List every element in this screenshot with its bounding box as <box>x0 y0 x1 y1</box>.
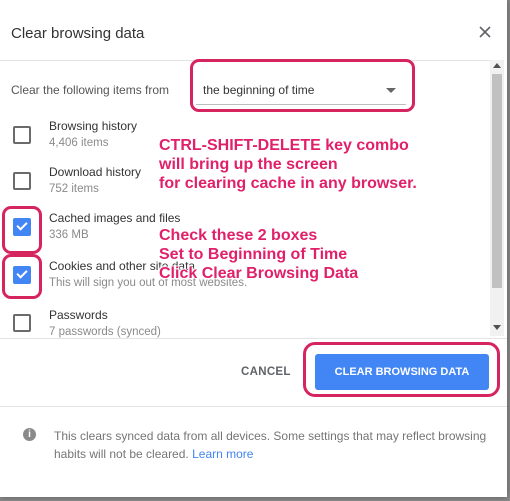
dialog-title: Clear browsing data <box>11 25 145 42</box>
info-icon: i <box>23 428 36 441</box>
item-detail: 336 MB <box>49 229 89 241</box>
time-range-label: Clear the following items from <box>11 83 170 97</box>
footer-note: This clears synced data from all devices… <box>54 427 494 463</box>
highlight-time-range <box>190 59 415 112</box>
highlight-cached-checkbox <box>2 206 42 254</box>
item-label: Passwords <box>49 308 108 322</box>
list-scrollbar[interactable] <box>490 60 504 336</box>
download-history-checkbox[interactable] <box>13 172 31 190</box>
scroll-down-arrow-icon[interactable] <box>493 325 501 330</box>
item-detail: 752 items <box>49 183 99 195</box>
browsing-history-checkbox[interactable] <box>13 126 31 144</box>
annotation-steps-note: Check these 2 boxes Set to Beginning of … <box>159 226 358 283</box>
learn-more-link[interactable]: Learn more <box>192 447 253 461</box>
highlight-cookies-checkbox <box>2 254 42 299</box>
item-detail: 4,406 items <box>49 137 109 149</box>
annotation-line: for clearing cache in any browser. <box>159 175 417 192</box>
annotation-line: Click Clear Browsing Data <box>159 265 359 282</box>
scroll-up-arrow-icon[interactable] <box>493 63 501 68</box>
annotation-line: Check these 2 boxes <box>159 227 318 244</box>
highlight-clear-button <box>303 342 500 397</box>
annotation-shortcut-note: CTRL-SHIFT-DELETE key combo will bring u… <box>159 136 417 193</box>
item-label: Cached images and files <box>49 211 181 225</box>
annotation-line: CTRL-SHIFT-DELETE key combo <box>159 137 409 154</box>
close-icon[interactable] <box>476 23 494 41</box>
item-label: Download history <box>49 165 142 179</box>
footer-note-text: This clears synced data from all devices… <box>54 429 487 461</box>
annotation-line: will bring up the screen <box>159 156 338 173</box>
scroll-thumb[interactable] <box>492 74 502 288</box>
list-item-passwords: Passwords 7 passwords (synced) <box>0 306 490 338</box>
divider <box>0 338 507 339</box>
item-label: Browsing history <box>49 119 138 133</box>
cancel-button[interactable]: CANCEL <box>241 366 291 378</box>
item-detail: 7 passwords (synced) <box>49 326 161 338</box>
annotation-line: Set to Beginning of Time <box>159 246 348 263</box>
passwords-checkbox[interactable] <box>13 314 31 332</box>
divider <box>0 406 507 407</box>
